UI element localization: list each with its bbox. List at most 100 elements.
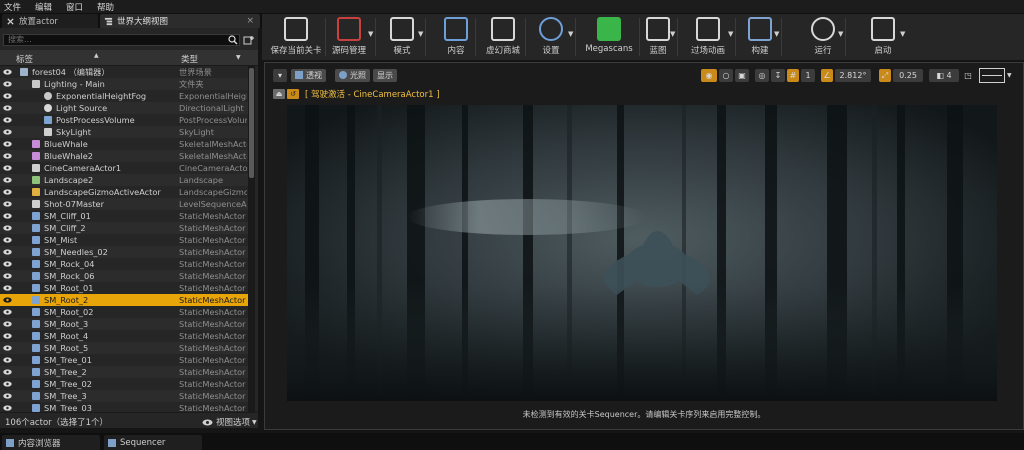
layout-chevron-icon[interactable]: ▼ — [1007, 72, 1012, 79]
maximize-icon[interactable]: ◳ — [963, 69, 973, 82]
outliner-row[interactable]: SM_Root_5 StaticMeshActor — [0, 342, 248, 354]
visibility-eye-icon[interactable] — [3, 357, 12, 363]
outliner-row[interactable]: PostProcessVolume PostProcessVolum — [0, 114, 248, 126]
dropdown-arrow-icon[interactable]: ▼ — [838, 30, 843, 38]
visibility-eye-icon[interactable] — [3, 81, 12, 87]
visibility-eye-icon[interactable] — [3, 93, 12, 99]
outliner-row[interactable]: Shot-07Master LevelSequenceActo — [0, 198, 248, 210]
toolbar-button-save[interactable]: 保存当前关卡 — [268, 14, 324, 60]
scale-mode-icon[interactable]: ▣ — [735, 69, 749, 82]
outliner-row[interactable]: BlueWhale2 SkeletalMeshActor — [0, 150, 248, 162]
perspective-button[interactable]: 透视 — [291, 69, 326, 82]
outliner-row[interactable]: SM_Tree_3 StaticMeshActor — [0, 390, 248, 402]
search-icon[interactable] — [228, 35, 238, 45]
dropdown-arrow-icon[interactable]: ▼ — [418, 30, 423, 38]
outliner-row[interactable]: SM_Tree_02 StaticMeshActor — [0, 378, 248, 390]
outliner-row[interactable]: SM_Cliff_01 StaticMeshActor — [0, 210, 248, 222]
column-options-icon[interactable]: ▼ — [236, 54, 241, 61]
grid-snap-value[interactable]: 1 — [801, 69, 815, 82]
visibility-eye-icon[interactable] — [3, 333, 12, 339]
camera-speed-button[interactable]: ◧ 4 — [929, 69, 959, 82]
visibility-eye-icon[interactable] — [3, 321, 12, 327]
outliner-row[interactable]: SM_Root_2 StaticMeshActor — [0, 294, 248, 306]
outliner-row[interactable]: SM_Tree_2 StaticMeshActor — [0, 366, 248, 378]
viewport-options-button[interactable]: ▾ — [273, 69, 287, 82]
outliner-row[interactable]: SM_Tree_03 StaticMeshActor — [0, 402, 248, 412]
lit-button[interactable]: 光照 — [335, 69, 370, 82]
outliner-row[interactable]: SM_Root_01 StaticMeshActor — [0, 282, 248, 294]
surface-snap-icon[interactable]: ↧ — [771, 69, 785, 82]
visibility-eye-icon[interactable] — [3, 273, 12, 279]
visibility-eye-icon[interactable] — [3, 369, 12, 375]
outliner-row[interactable]: ExponentialHeightFog ExponentialHeight — [0, 90, 248, 102]
outliner-row[interactable]: SM_Needles_02 StaticMeshActor — [0, 246, 248, 258]
dropdown-arrow-icon[interactable]: ▼ — [368, 30, 373, 38]
outliner-row[interactable]: Landscape2 Landscape — [0, 174, 248, 186]
pilot-lock-icon[interactable]: ↺ — [287, 89, 299, 99]
outliner-row[interactable]: Lighting - Main 文件夹 — [0, 78, 248, 90]
tab-sequencer[interactable]: Sequencer — [104, 435, 202, 450]
visibility-eye-icon[interactable] — [3, 165, 12, 171]
toolbar-button-cinematics[interactable]: 过场动画 — [682, 14, 734, 60]
outliner-row[interactable]: CineCameraActor1 CineCameraActor — [0, 162, 248, 174]
visibility-eye-icon[interactable] — [3, 69, 12, 75]
visibility-eye-icon[interactable] — [3, 201, 12, 207]
visibility-eye-icon[interactable] — [3, 297, 12, 303]
visibility-eye-icon[interactable] — [3, 285, 12, 291]
menu-window[interactable]: 窗口 — [66, 1, 83, 13]
outliner-row[interactable]: LandscapeGizmoActiveActor LandscapeGizmoA — [0, 186, 248, 198]
column-type-header[interactable]: 类型 — [181, 53, 198, 65]
grid-snap-icon[interactable]: # — [787, 69, 799, 82]
view-options-button[interactable]: 视图选项 ▼ — [202, 416, 257, 428]
rotation-snap-value[interactable]: 2.812° — [835, 69, 871, 82]
toolbar-button-marketplace[interactable]: 虚幻商城 — [482, 14, 524, 60]
visibility-eye-icon[interactable] — [3, 177, 12, 183]
visibility-eye-icon[interactable] — [3, 309, 12, 315]
toolbar-button-content[interactable]: 内容 — [438, 14, 474, 60]
close-icon[interactable]: × — [246, 16, 254, 26]
visibility-eye-icon[interactable] — [3, 249, 12, 255]
visibility-eye-icon[interactable] — [3, 117, 12, 123]
visibility-eye-icon[interactable] — [3, 129, 12, 135]
menu-edit[interactable]: 编辑 — [35, 1, 52, 13]
visibility-eye-icon[interactable] — [3, 261, 12, 267]
visibility-eye-icon[interactable] — [3, 237, 12, 243]
visibility-eye-icon[interactable] — [3, 345, 12, 351]
menu-help[interactable]: 帮助 — [97, 1, 114, 13]
outliner-row[interactable]: forest04 （编辑器） 世界场景 — [0, 66, 248, 78]
outliner-row[interactable]: SM_Root_02 StaticMeshActor — [0, 306, 248, 318]
outliner-row[interactable]: BlueWhale SkeletalMeshActor — [0, 138, 248, 150]
toolbar-button-source-control[interactable]: 源码管理 — [324, 14, 374, 60]
outliner-row[interactable]: Light Source DirectionalLight — [0, 102, 248, 114]
show-button[interactable]: 显示 — [373, 69, 397, 82]
outliner-row[interactable]: SM_Mist StaticMeshActor — [0, 234, 248, 246]
toolbar-button-megascans[interactable]: Megascans — [580, 14, 638, 60]
visibility-eye-icon[interactable] — [3, 393, 12, 399]
dropdown-arrow-icon[interactable]: ▼ — [774, 30, 779, 38]
visibility-eye-icon[interactable] — [3, 189, 12, 195]
transform-mode-icon[interactable]: ◉ — [701, 69, 717, 82]
world-local-icon[interactable]: ◎ — [755, 69, 769, 82]
eject-icon[interactable]: ⏏ — [273, 89, 285, 99]
visibility-eye-icon[interactable] — [3, 153, 12, 159]
tab-place-actor[interactable]: 放置actor — [2, 14, 98, 28]
visibility-eye-icon[interactable] — [3, 405, 12, 411]
outliner-row[interactable]: SM_Rock_04 StaticMeshActor — [0, 258, 248, 270]
outliner-scrollbar[interactable] — [248, 66, 255, 412]
visibility-eye-icon[interactable] — [3, 213, 12, 219]
tab-content-browser[interactable]: 内容浏览器 — [2, 435, 100, 450]
dropdown-arrow-icon[interactable]: ▼ — [568, 30, 573, 38]
outliner-row[interactable]: SM_Cliff_2 StaticMeshActor — [0, 222, 248, 234]
outliner-row[interactable]: SM_Rock_06 StaticMeshActor — [0, 270, 248, 282]
dropdown-arrow-icon[interactable]: ▼ — [900, 30, 905, 38]
dropdown-arrow-icon[interactable]: ▼ — [728, 30, 733, 38]
outliner-row[interactable]: SM_Tree_01 StaticMeshActor — [0, 354, 248, 366]
menu-file[interactable]: 文件 — [4, 1, 21, 13]
dropdown-arrow-icon[interactable]: ▼ — [670, 30, 675, 38]
search-input[interactable]: 搜索... — [3, 34, 240, 46]
visibility-eye-icon[interactable] — [3, 381, 12, 387]
visibility-eye-icon[interactable] — [3, 105, 12, 111]
rotation-snap-icon[interactable]: ∠ — [821, 69, 833, 82]
scroll-thumb[interactable] — [249, 68, 254, 178]
outliner-row[interactable]: SkyLight SkyLight — [0, 126, 248, 138]
